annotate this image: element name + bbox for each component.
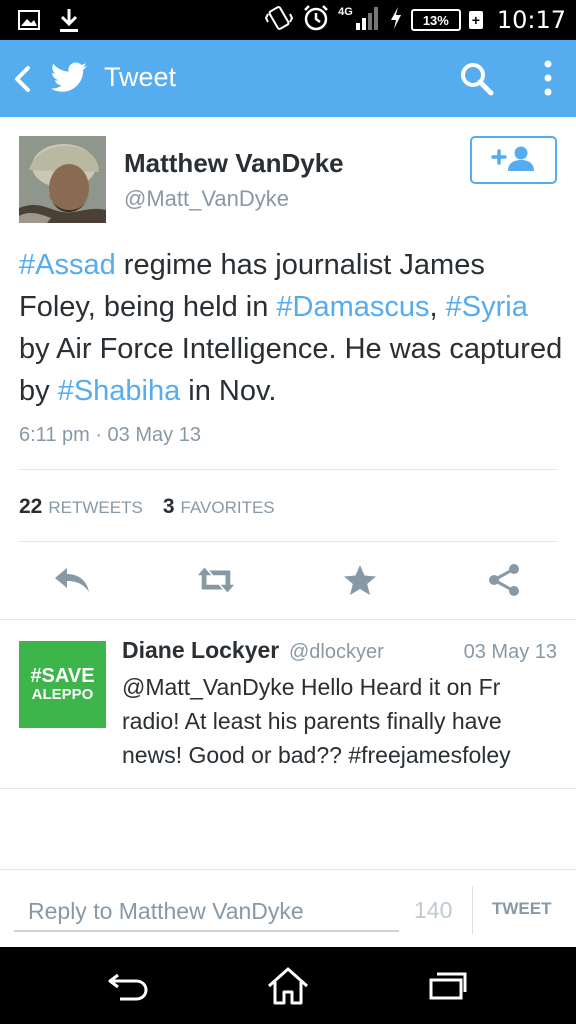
retweets-label[interactable]: RETWEETS [48,498,142,518]
tweet-button[interactable]: TWEET [492,899,552,919]
reply-avatar-line2: ALEPPO [31,686,94,703]
search-icon[interactable] [458,60,496,98]
app-bar: Tweet [0,40,576,117]
reply-date: 03 May 13 [463,641,557,663]
reply-text[interactable]: @Matt_VanDyke Hello Heard it on Fr radio… [122,670,562,772]
hashtag-link[interactable]: #Shabiha [58,375,181,407]
vibrate-icon [264,4,294,37]
network-type: 4G [338,6,353,18]
navigation-bar [0,947,576,1024]
divider [18,541,558,542]
reply-author-handle[interactable]: @dlockyer [289,641,384,664]
author-handle[interactable]: @Matt_VanDyke [124,186,289,212]
hashtag-link[interactable]: #Damascus [276,291,429,323]
add-user-icon [490,145,537,176]
tweet-timestamp: 6:11 pm · 03 May 13 [19,424,201,446]
signal-icon [355,5,381,36]
recent-apps-icon[interactable] [418,963,478,1009]
divider [0,619,576,620]
status-bar: 4G 13% + 10:17 [0,0,576,40]
back-icon[interactable] [10,64,36,94]
reply-input[interactable] [14,892,399,932]
retweet-icon[interactable] [196,560,236,600]
gallery-icon [18,10,40,35]
compose-divider [472,886,473,934]
battery-plus-icon: + [468,11,483,29]
reply-author-name[interactable]: Diane Lockyer [122,637,279,664]
reply-icon[interactable] [52,560,92,600]
app-bar-title: Tweet [104,62,177,92]
overflow-menu-icon[interactable] [536,58,560,100]
tweet-text-segment: in Nov. [180,375,277,407]
clock: 10:17 [496,6,566,34]
home-icon[interactable] [258,963,318,1009]
author-avatar[interactable] [19,136,106,223]
tweet-stats: 22 RETWEETS 3 FAVORITES [19,495,295,519]
favorites-label[interactable]: FAVORITES [181,498,275,518]
follow-button[interactable] [470,136,557,184]
hashtag-link[interactable]: #Assad [19,249,116,281]
twitter-bird-icon [50,58,90,98]
author-name[interactable]: Matthew VanDyke [124,148,344,179]
tweet-text-segment: , [429,291,446,323]
battery-icon: 13% [410,9,461,31]
divider [18,469,558,470]
download-icon [58,7,80,38]
hashtag-link[interactable]: #Syria [446,291,528,323]
favorite-star-icon[interactable] [340,560,380,600]
tweet-text: #Assad regime has journalist James Foley… [19,244,564,412]
favorites-count[interactable]: 3 [163,495,175,519]
alarm-icon [302,4,330,37]
reply-avatar[interactable]: #SAVE ALEPPO [19,641,106,728]
reply-avatar-line1: #SAVE [30,665,95,687]
share-icon[interactable] [484,560,524,600]
retweets-count[interactable]: 22 [19,495,42,519]
battery-level: 13% [422,12,449,28]
charging-icon [389,6,403,35]
divider [0,788,576,789]
back-nav-icon[interactable] [98,963,158,1009]
char-count: 140 [414,897,453,923]
divider [0,869,576,870]
